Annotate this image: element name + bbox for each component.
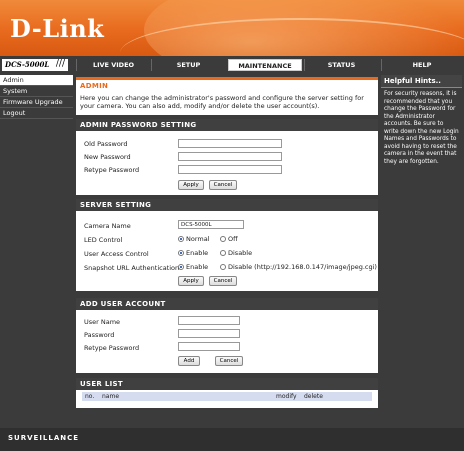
user-password-field[interactable] <box>178 329 240 338</box>
radio-selected-icon[interactable] <box>178 250 184 256</box>
sidebar-item-admin[interactable]: Admin <box>0 75 73 86</box>
led-normal-label: Normal <box>186 235 210 243</box>
tab-setup[interactable]: SETUP <box>151 59 225 71</box>
user-list-header: no. name modify delete <box>82 392 372 401</box>
add-user-section: ADD USER ACCOUNT User Name Password Rety… <box>76 298 378 373</box>
admin-description: Here you can change the administrator's … <box>76 92 378 112</box>
led-off-option[interactable]: Off <box>220 235 238 243</box>
radio-selected-icon[interactable] <box>178 236 184 242</box>
tab-maintenance[interactable]: MAINTENANCE <box>228 59 302 71</box>
column-no: no. <box>85 393 95 400</box>
tab-live-video[interactable]: LIVE VIDEO <box>76 59 150 71</box>
user-list-section: USER LIST no. name modify delete <box>76 378 378 408</box>
server-apply-button[interactable]: Apply <box>178 276 204 286</box>
help-text: For security reasons, it is recommended … <box>384 91 459 165</box>
password-title: ADMIN PASSWORD SETTING <box>76 119 378 131</box>
led-off-label: Off <box>228 235 238 243</box>
footer-brand: SURVEILLANCE <box>8 434 80 442</box>
new-password-label: New Password <box>84 153 131 161</box>
add-user-title: ADD USER ACCOUNT <box>76 298 378 310</box>
password-apply-button[interactable]: Apply <box>178 180 204 190</box>
radio-icon[interactable] <box>220 236 226 242</box>
add-user-button[interactable]: Add <box>178 356 200 366</box>
radio-icon[interactable] <box>220 250 226 256</box>
model-slashes: /// <box>55 59 65 69</box>
camera-name-label: Camera Name <box>84 222 131 230</box>
tab-status[interactable]: STATUS <box>304 59 378 71</box>
retype-password-field[interactable] <box>178 165 282 174</box>
user-retype-field[interactable] <box>178 342 240 351</box>
tab-help[interactable]: HELP <box>381 59 462 71</box>
server-title: SERVER SETTING <box>76 199 378 211</box>
model-name: DCS-5000L <box>5 60 50 69</box>
snapshot-disable-option[interactable]: Disable (http://192.168.0.147/image/jpeg… <box>220 263 377 271</box>
access-disable-option[interactable]: Disable <box>220 249 252 257</box>
help-title: Helpful Hints.. <box>381 75 462 88</box>
server-cancel-button[interactable]: Cancel <box>209 276 237 286</box>
user-name-label: User Name <box>84 318 121 326</box>
admin-section: ADMIN Here you can change the administra… <box>76 77 378 115</box>
footer: SURVEILLANCE <box>0 428 464 451</box>
sidebar: Admin System Firmware Upgrade Logout <box>0 75 73 425</box>
add-user-cancel-button[interactable]: Cancel <box>215 356 243 366</box>
new-password-field[interactable] <box>178 152 282 161</box>
access-enable-label: Enable <box>186 249 209 257</box>
sidebar-item-system[interactable]: System <box>0 86 73 97</box>
sidebar-item-firmware-upgrade[interactable]: Firmware Upgrade <box>0 97 73 108</box>
access-enable-option[interactable]: Enable <box>178 249 208 257</box>
help-panel: Helpful Hints.. For security reasons, it… <box>381 75 462 425</box>
column-delete: delete <box>304 393 323 400</box>
snapshot-auth-label: Snapshot URL Authentication <box>84 264 180 272</box>
radio-selected-icon[interactable] <box>178 264 184 270</box>
retype-password-label: Retype Password <box>84 166 140 174</box>
snapshot-enable-label: Enable <box>186 263 209 271</box>
old-password-field[interactable] <box>178 139 282 148</box>
old-password-label: Old Password <box>84 140 128 148</box>
user-list-title: USER LIST <box>76 378 378 390</box>
user-name-field[interactable] <box>178 316 240 325</box>
sidebar-item-logout[interactable]: Logout <box>0 108 73 119</box>
camera-name-input[interactable]: DCS-5000L <box>178 220 244 229</box>
user-retype-label: Retype Password <box>84 344 140 352</box>
column-modify: modify <box>276 393 297 400</box>
password-section: ADMIN PASSWORD SETTING Old Password New … <box>76 119 378 195</box>
model-badge: DCS-5000L /// <box>2 59 68 71</box>
access-disable-label: Disable <box>228 249 253 257</box>
snapshot-disable-label: Disable (http://192.168.0.147/image/jpeg… <box>228 263 377 271</box>
admin-title: ADMIN <box>76 77 378 92</box>
header-banner: D-Link <box>0 0 464 56</box>
user-password-label: Password <box>84 331 115 339</box>
access-control-label: User Access Control <box>84 250 149 258</box>
led-normal-option[interactable]: Normal <box>178 235 210 243</box>
dlink-logo: D-Link <box>10 14 105 43</box>
column-name: name <box>102 393 120 400</box>
snapshot-enable-option[interactable]: Enable <box>178 263 208 271</box>
password-cancel-button[interactable]: Cancel <box>209 180 237 190</box>
led-control-label: LED Control <box>84 236 123 244</box>
server-section: SERVER SETTING Camera Name DCS-5000L LED… <box>76 199 378 291</box>
radio-icon[interactable] <box>220 264 226 270</box>
